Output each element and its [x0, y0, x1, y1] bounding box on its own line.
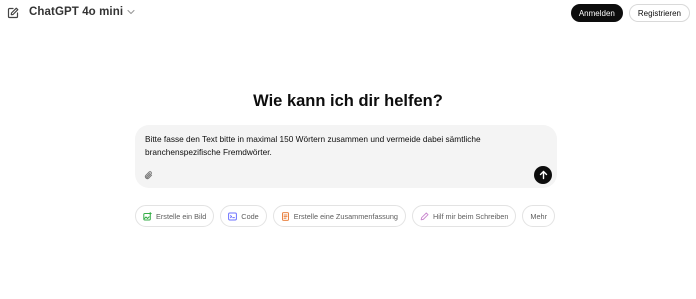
chevron-down-icon — [127, 9, 135, 15]
arrow-up-icon — [539, 170, 547, 180]
suggestion-chips: Erstelle ein Bild Code Erstelle eine Zus… — [135, 205, 556, 227]
suggestion-more[interactable]: Mehr — [522, 205, 556, 227]
code-icon — [228, 212, 238, 221]
suggestion-label: Erstelle eine Zusammenfassung — [293, 211, 398, 221]
top-bar: ChatGPT 4o mini Anmelden Registrieren — [0, 0, 696, 28]
model-name: ChatGPT 4o mini — [29, 6, 124, 18]
suggestion-label: Erstelle ein Bild — [156, 211, 207, 221]
suggestion-summarize[interactable]: Erstelle eine Zusammenfassung — [272, 205, 406, 227]
suggestion-code[interactable]: Code — [220, 205, 267, 227]
suggestion-writing[interactable]: Hilf mir beim Schreiben — [411, 205, 517, 227]
paperclip-icon[interactable] — [143, 169, 155, 181]
register-button[interactable]: Registrieren — [628, 4, 690, 22]
model-selector[interactable]: ChatGPT 4o mini — [29, 6, 135, 18]
message-input[interactable]: Bitte fasse den Text bitte in maximal 15… — [145, 133, 535, 158]
document-summary-icon — [281, 211, 290, 221]
send-button[interactable] — [534, 166, 552, 184]
suggestion-create-image[interactable]: Erstelle ein Bild — [135, 205, 215, 227]
suggestion-label: Hilf mir beim Schreiben — [432, 211, 509, 221]
login-button[interactable]: Anmelden — [570, 4, 623, 22]
message-composer[interactable]: Bitte fasse den Text bitte in maximal 15… — [135, 125, 557, 188]
suggestion-label: Mehr — [530, 211, 548, 221]
page-title: Wie kann ich dir helfen? — [253, 92, 443, 110]
auth-buttons: Anmelden Registrieren — [570, 4, 690, 22]
pen-write-icon — [420, 212, 429, 221]
suggestion-label: Code — [241, 211, 259, 221]
image-create-icon — [143, 211, 152, 221]
new-chat-icon[interactable] — [6, 6, 20, 20]
